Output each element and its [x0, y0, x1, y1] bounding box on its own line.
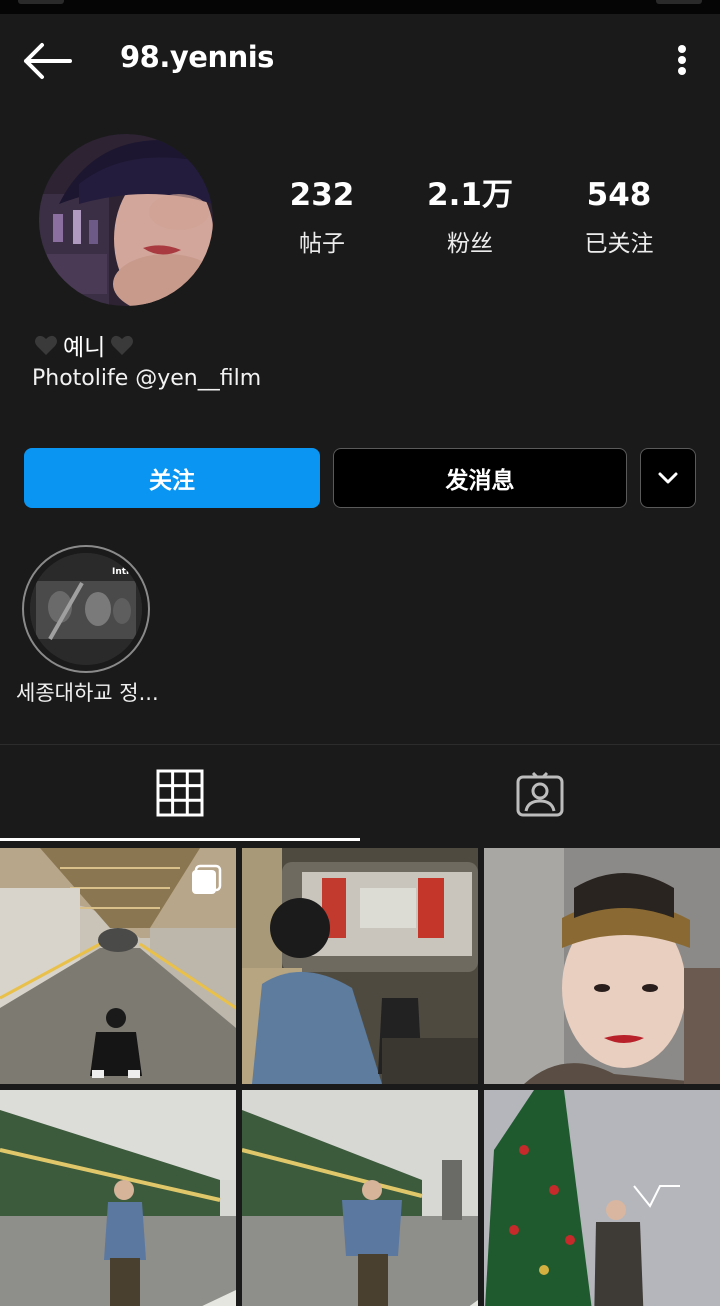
profile-page: 98.yennis 232 帖子 2.1万 粉丝 548 已关注 예니 Phot… — [0, 0, 720, 1306]
followers-label: 粉丝 — [447, 231, 493, 257]
bio-text: Photolife @yen__film — [32, 366, 262, 391]
following-label: 已关注 — [584, 231, 654, 257]
more-options-button[interactable] — [666, 38, 698, 82]
post-thumbnail[interactable] — [484, 848, 720, 1084]
avatar[interactable] — [39, 134, 213, 306]
highlight-cover-text: Intr — [112, 567, 131, 577]
stat-posts[interactable]: 232 帖子 — [242, 175, 402, 261]
more-vertical-icon — [678, 56, 686, 64]
stat-following[interactable]: 548 已关注 — [539, 175, 699, 261]
top-bar: 98.yennis — [0, 14, 720, 108]
multiple-photos-icon — [192, 864, 222, 894]
chevron-down-icon — [658, 472, 678, 484]
follow-button[interactable]: 关注 — [24, 448, 320, 508]
post-thumbnail[interactable] — [0, 848, 236, 1084]
highlight-cover: Intr — [30, 553, 142, 665]
suggested-dropdown-button[interactable] — [640, 448, 696, 508]
status-bar — [0, 0, 720, 14]
story-highlight[interactable]: Intr — [22, 545, 150, 673]
tagged-person-icon — [516, 771, 564, 817]
battery-icon — [656, 0, 702, 4]
highlight-label: 세종대하교 정... — [16, 681, 159, 705]
posts-grid — [0, 846, 720, 1306]
post-thumbnail[interactable] — [0, 1090, 236, 1306]
post-thumbnail[interactable] — [484, 1090, 720, 1306]
posts-label: 帖子 — [299, 231, 345, 257]
stat-followers[interactable]: 2.1万 粉丝 — [390, 175, 550, 261]
heart-icon — [35, 335, 57, 355]
display-name: 예니 — [63, 335, 106, 361]
bio-display-name: 예니 — [34, 328, 134, 362]
heart-icon — [111, 335, 134, 355]
tab-tagged[interactable] — [360, 745, 720, 841]
grid-icon — [156, 769, 204, 817]
following-count: 548 — [586, 177, 652, 213]
message-button[interactable]: 发消息 — [333, 448, 627, 508]
followers-count: 2.1万 — [427, 177, 513, 213]
more-vertical-icon — [678, 67, 686, 75]
arrow-left-icon — [24, 43, 72, 79]
back-button[interactable] — [20, 40, 74, 82]
post-thumbnail[interactable] — [242, 1090, 478, 1306]
post-thumbnail[interactable] — [242, 848, 478, 1084]
profile-username: 98.yennis — [120, 40, 274, 74]
tab-posts-grid[interactable] — [0, 745, 360, 841]
active-tab-indicator — [0, 838, 360, 841]
more-vertical-icon — [678, 45, 686, 53]
posts-count: 232 — [289, 177, 355, 213]
status-bar-time — [18, 0, 64, 4]
